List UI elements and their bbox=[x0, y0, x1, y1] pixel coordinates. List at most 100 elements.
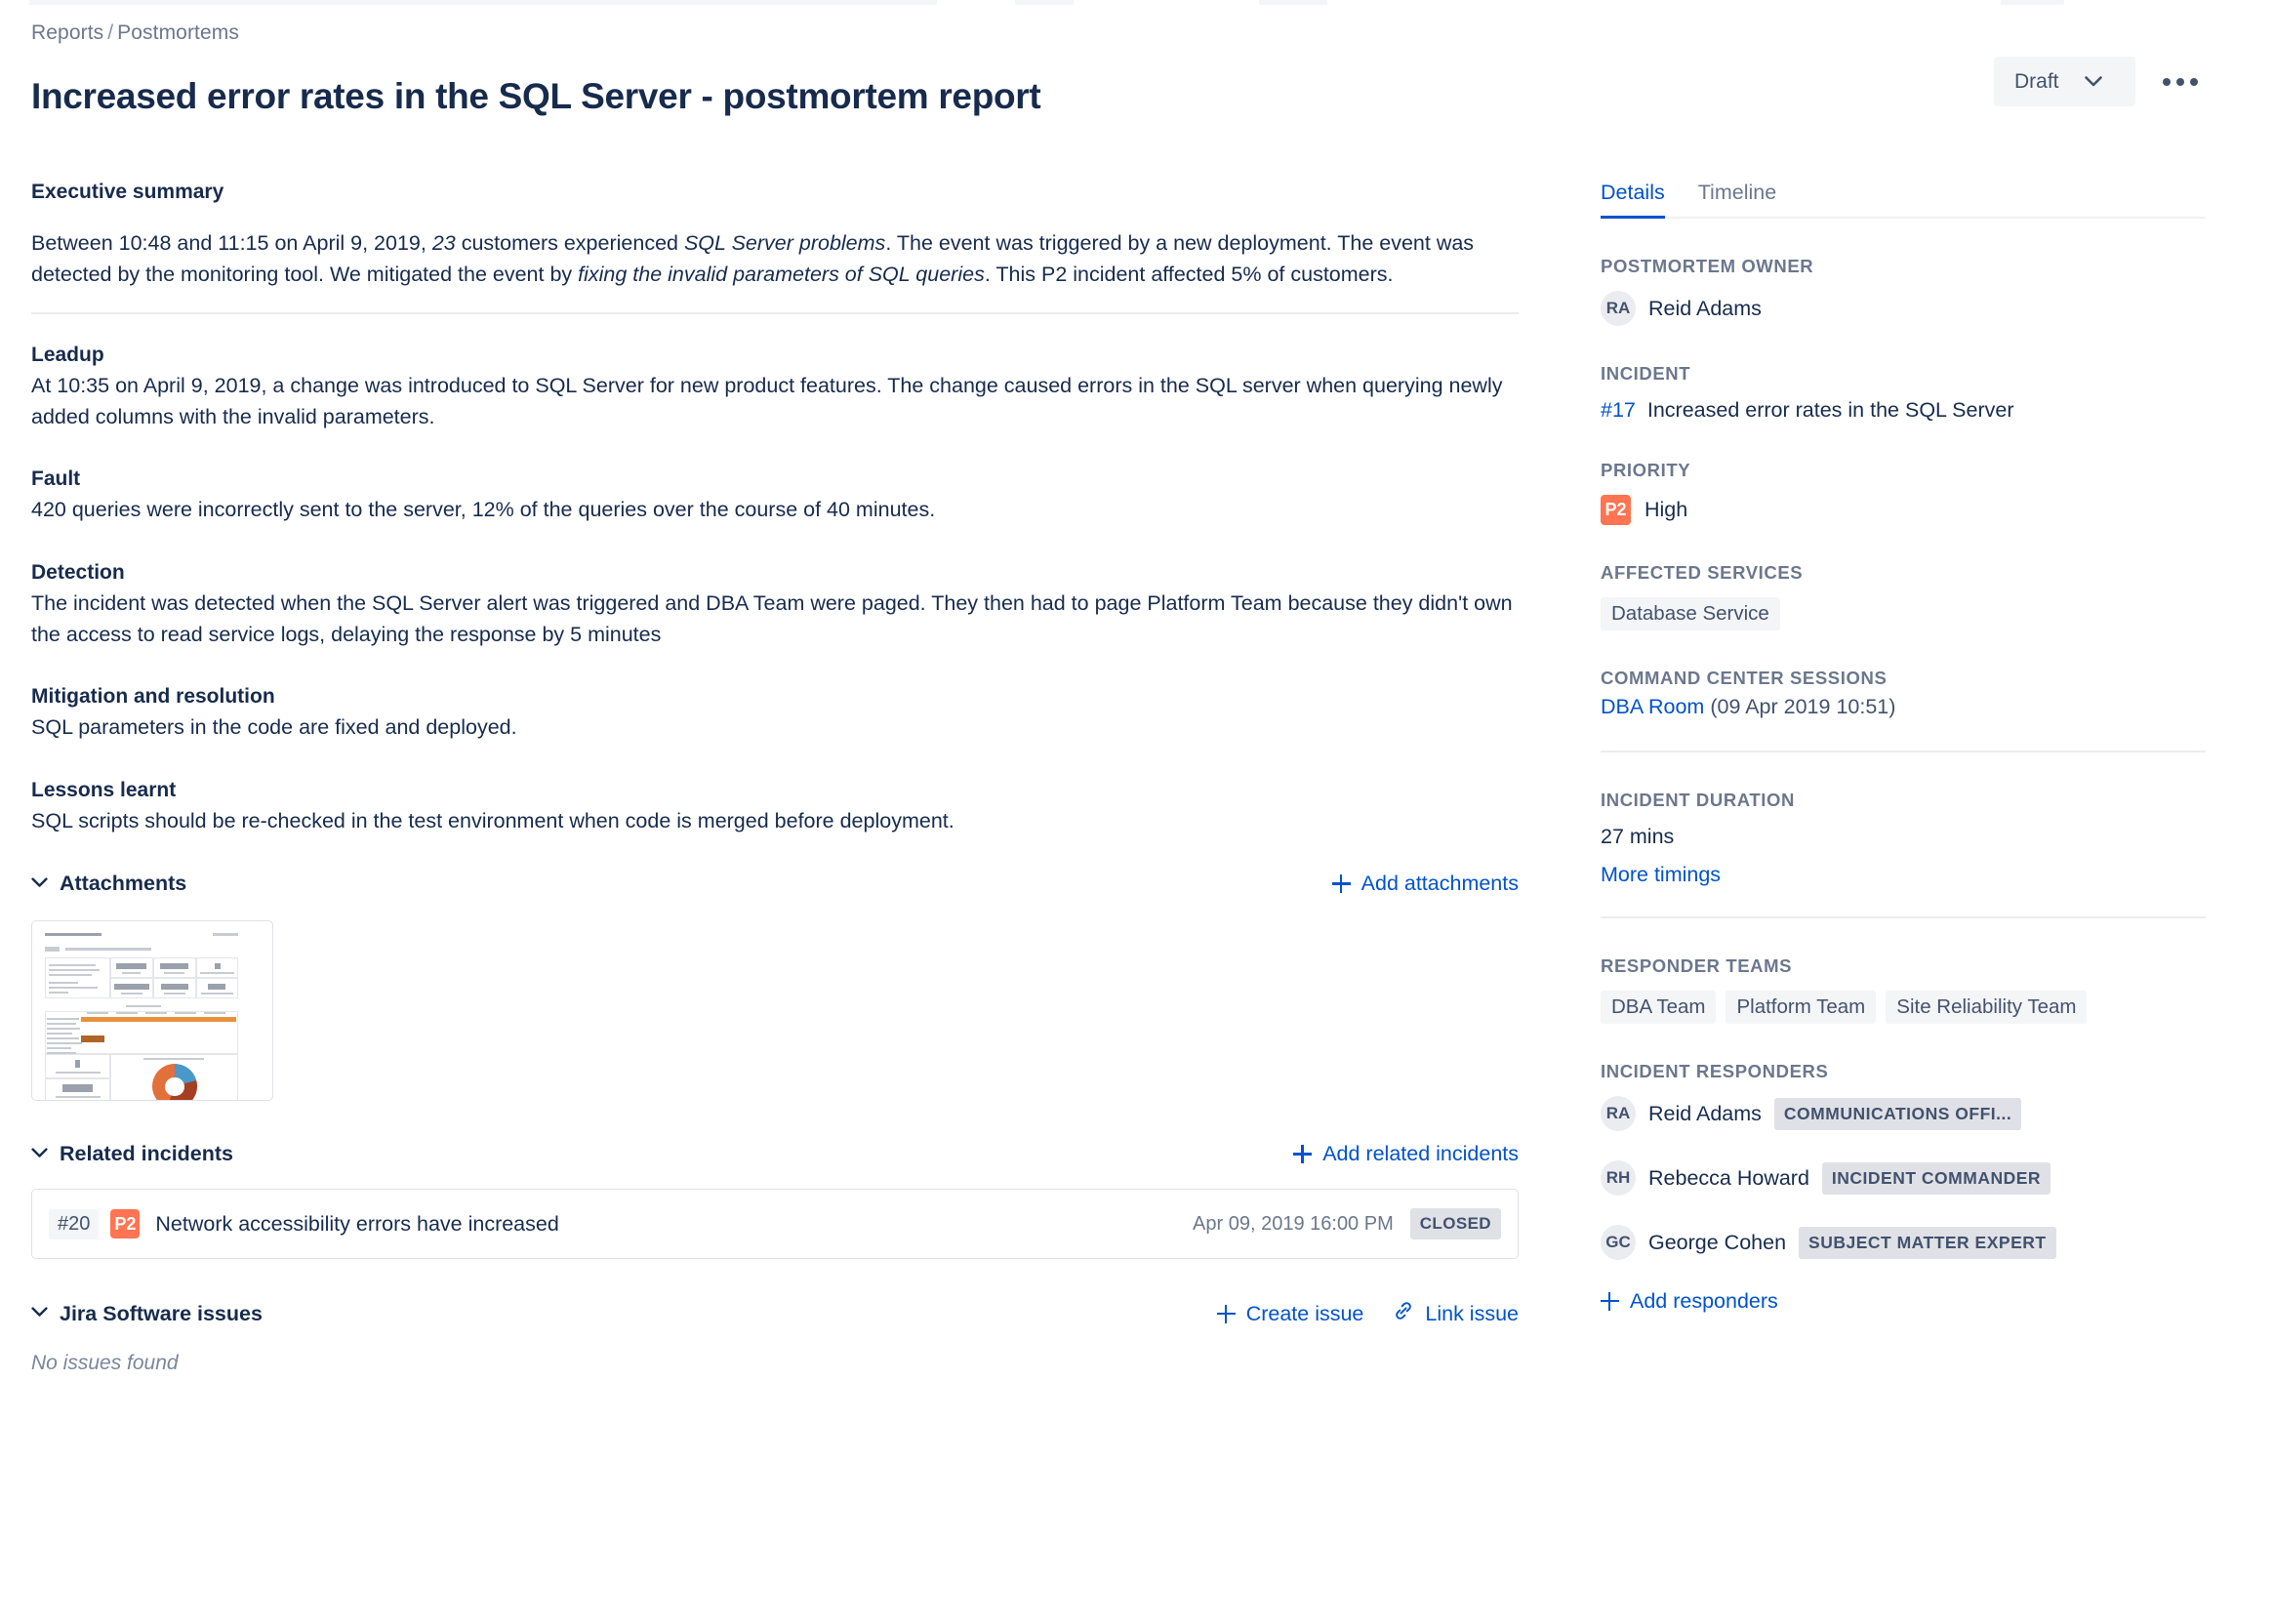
jira-issues-header: Jira Software issues Create issue Link i… bbox=[31, 1300, 1519, 1327]
incident-duration-label: INCIDENT DURATION bbox=[1601, 790, 1795, 810]
more-timings-link[interactable]: More timings bbox=[1601, 863, 1721, 887]
incident-summary: Increased error rates in the SQL Server bbox=[1646, 398, 2014, 422]
responder-team-chip[interactable]: DBA Team bbox=[1601, 991, 1717, 1024]
link-issue-label: Link issue bbox=[1425, 1301, 1519, 1325]
jira-issues-title: Jira Software issues bbox=[60, 1301, 263, 1325]
responder-role-badge: COMMUNICATIONS OFFI... bbox=[1773, 1097, 2022, 1130]
jira-issues-toggle[interactable]: Jira Software issues bbox=[31, 1302, 263, 1326]
related-incidents-toggle[interactable]: Related incidents bbox=[31, 1142, 233, 1166]
more-horizontal-icon bbox=[2163, 77, 2171, 86]
incident-responder-row[interactable]: RH Rebecca Howard INCIDENT COMMANDER bbox=[1601, 1160, 2206, 1196]
related-incident-date: Apr 09, 2019 16:00 PM bbox=[1193, 1212, 1394, 1235]
lessons-heading: Lessons learnt bbox=[31, 778, 177, 801]
responder-teams-list: DBA Team Platform Team Site Reliability … bbox=[1601, 991, 2206, 1024]
attachments-header: Attachments Add attachments bbox=[31, 872, 1519, 896]
exec-text-a: Between 10:48 and 11:15 on April 9, 2019… bbox=[31, 231, 432, 255]
postmortem-report-page: Reports / Postmortems Increased error rate… bbox=[0, 0, 2274, 1624]
incident-duration-value: 27 mins bbox=[1601, 825, 1675, 848]
more-actions-button[interactable] bbox=[2155, 57, 2206, 106]
related-incidents-header: Related incidents Add related incidents bbox=[31, 1142, 1519, 1166]
executive-summary-section: Executive summary Between 10:48 and 11:1… bbox=[31, 181, 1519, 290]
breadcrumb-separator: / bbox=[107, 21, 114, 44]
add-responders-button[interactable]: Add responders bbox=[1601, 1289, 2206, 1314]
affected-services-label: AFFECTED SERVICES bbox=[1601, 562, 1804, 583]
add-related-incidents-button[interactable]: Add related incidents bbox=[1293, 1142, 1519, 1166]
tab-details[interactable]: Details bbox=[1601, 181, 1665, 219]
more-horizontal-icon bbox=[2176, 77, 2184, 86]
attachments-actions: Add attachments bbox=[1331, 872, 1519, 896]
top-strip-segment bbox=[1015, 0, 1074, 5]
link-icon bbox=[1393, 1300, 1414, 1327]
responder-name: Reid Adams bbox=[1648, 1101, 1762, 1125]
breadcrumb-reports[interactable]: Reports bbox=[31, 21, 103, 44]
incident-key-link[interactable]: #17 bbox=[1601, 398, 1636, 423]
leadup-heading: Leadup bbox=[31, 344, 104, 367]
top-strip-segment bbox=[29, 0, 937, 5]
detection-text: The incident was detected when the SQL S… bbox=[31, 590, 1513, 646]
incident-responder-row[interactable]: GC George Cohen SUBJECT MATTER EXPERT bbox=[1601, 1225, 2206, 1260]
fault-section: Fault 420 queries were incorrectly sent … bbox=[31, 467, 1519, 526]
chevron-down-icon bbox=[31, 1146, 48, 1163]
exec-text-b: customers experienced bbox=[455, 231, 684, 255]
tab-timeline[interactable]: Timeline bbox=[1698, 181, 1776, 217]
plus-icon bbox=[1601, 1292, 1619, 1311]
related-incidents-actions: Add related incidents bbox=[1293, 1142, 1519, 1166]
responder-team-chip[interactable]: Platform Team bbox=[1726, 991, 1877, 1024]
incident-responders-label: INCIDENT RESPONDERS bbox=[1601, 1061, 1829, 1081]
responder-name: Rebecca Howard bbox=[1648, 1165, 1809, 1190]
create-issue-button[interactable]: Create issue bbox=[1216, 1301, 1364, 1326]
top-strip-segment bbox=[1259, 0, 1327, 5]
detection-section: Detection The incident was detected when… bbox=[31, 561, 1519, 650]
leadup-section: Leadup At 10:35 on April 9, 2019, a chan… bbox=[31, 344, 1519, 432]
command-center-session-row: DBA Room (09 Apr 2019 10:51) bbox=[1601, 695, 2206, 719]
sidebar-divider bbox=[1601, 916, 2206, 918]
postmortem-owner-value[interactable]: RA Reid Adams bbox=[1601, 291, 2206, 326]
attachments-toggle[interactable]: Attachments bbox=[31, 872, 186, 896]
exec-text-em-mitigation: fixing the invalid parameters of SQL que… bbox=[578, 262, 985, 286]
plus-icon bbox=[1331, 874, 1351, 894]
related-incident-right: Apr 09, 2019 16:00 PM CLOSED bbox=[1193, 1208, 1501, 1240]
top-cutoff-strip bbox=[0, 0, 2274, 6]
report-body: Executive summary Between 10:48 and 11:1… bbox=[31, 181, 1519, 1375]
responder-role-badge: SUBJECT MATTER EXPERT bbox=[1799, 1226, 2056, 1259]
leadup-text: At 10:35 on April 9, 2019, a change was … bbox=[31, 374, 1503, 428]
incident-value: #17 Increased error rates in the SQL Ser… bbox=[1601, 398, 2206, 423]
postmortem-owner-label: POSTMORTEM OWNER bbox=[1601, 256, 1814, 276]
executive-summary-heading: Executive summary bbox=[31, 181, 224, 203]
priority-badge: P2 bbox=[110, 1209, 141, 1239]
command-center-room-link[interactable]: DBA Room bbox=[1601, 695, 1704, 718]
incident-responder-row[interactable]: RA Reid Adams COMMUNICATIONS OFFI... bbox=[1601, 1096, 2206, 1131]
exec-text-d: . This P2 incident affected 5% of custom… bbox=[984, 262, 1394, 286]
sidebar-divider bbox=[1601, 751, 2206, 752]
attachments-title: Attachments bbox=[60, 872, 187, 896]
priority-label: PRIORITY bbox=[1601, 460, 1691, 480]
fault-text: 420 queries were incorrectly sent to the… bbox=[31, 498, 936, 522]
status-dropdown[interactable]: Draft bbox=[1994, 57, 2135, 106]
command-center-sessions-label: COMMAND CENTER SESSIONS bbox=[1601, 668, 1888, 688]
affected-service-chip[interactable]: Database Service bbox=[1601, 597, 1780, 630]
add-attachments-button[interactable]: Add attachments bbox=[1331, 872, 1519, 896]
attachment-thumbnail[interactable] bbox=[31, 920, 273, 1102]
status-badge: CLOSED bbox=[1409, 1208, 1501, 1240]
link-issue-button[interactable]: Link issue bbox=[1393, 1300, 1519, 1327]
breadcrumb: Reports / Postmortems bbox=[31, 21, 239, 45]
responder-name: George Cohen bbox=[1648, 1230, 1787, 1254]
breadcrumb-postmortems[interactable]: Postmortems bbox=[117, 21, 239, 44]
avatar: RA bbox=[1601, 1096, 1636, 1131]
priority-badge: P2 bbox=[1601, 495, 1631, 525]
mitigation-section: Mitigation and resolution SQL parameters… bbox=[31, 685, 1519, 744]
postmortem-owner-name: Reid Adams bbox=[1648, 296, 1762, 320]
status-dropdown-label: Draft bbox=[2014, 69, 2059, 93]
create-issue-label: Create issue bbox=[1245, 1301, 1364, 1325]
responder-team-chip[interactable]: Site Reliability Team bbox=[1886, 991, 2088, 1024]
lessons-text: SQL scripts should be re-checked in the … bbox=[31, 808, 954, 832]
avatar: RA bbox=[1601, 291, 1636, 326]
jira-issues-actions: Create issue Link issue bbox=[1216, 1300, 1519, 1327]
related-incidents-title: Related incidents bbox=[60, 1142, 234, 1166]
responder-role-badge: INCIDENT COMMANDER bbox=[1821, 1161, 2051, 1195]
related-incident-row[interactable]: #20 P2 Network accessibility errors have… bbox=[31, 1189, 1519, 1260]
add-related-incidents-label: Add related incidents bbox=[1322, 1142, 1519, 1166]
add-attachments-label: Add attachments bbox=[1360, 872, 1519, 896]
command-center-timestamp: (09 Apr 2019 10:51) bbox=[1710, 695, 1896, 718]
affected-services-list: Database Service bbox=[1601, 597, 2206, 630]
